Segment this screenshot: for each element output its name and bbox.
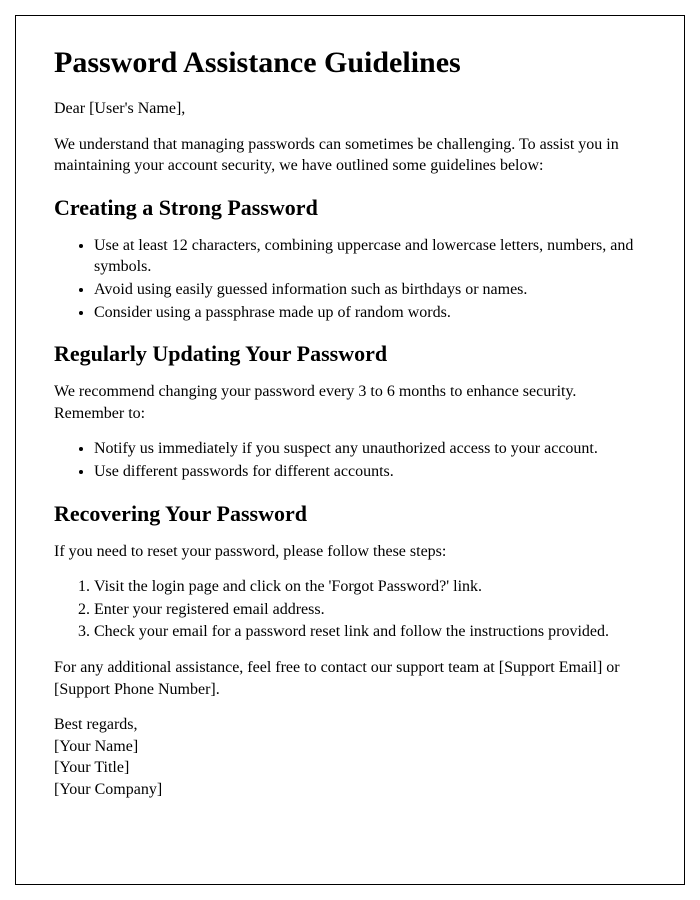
section3-intro: If you need to reset your password, plea… <box>54 541 646 563</box>
list-item: Consider using a passphrase made up of r… <box>94 302 646 324</box>
closing-name: [Your Name] <box>54 736 646 758</box>
section3-heading: Recovering Your Password <box>54 501 646 527</box>
list-item: Use different passwords for different ac… <box>94 461 646 483</box>
list-item: Enter your registered email address. <box>94 599 646 621</box>
page-title: Password Assistance Guidelines <box>54 46 646 80</box>
list-item: Notify us immediately if you suspect any… <box>94 438 646 460</box>
list-item: Use at least 12 characters, combining up… <box>94 235 646 278</box>
closing-title: [Your Title] <box>54 757 646 779</box>
section2-list: Notify us immediately if you suspect any… <box>94 438 646 482</box>
section1-heading: Creating a Strong Password <box>54 195 646 221</box>
section2-intro: We recommend changing your password ever… <box>54 381 646 424</box>
document-page: Password Assistance Guidelines Dear [Use… <box>15 15 685 885</box>
closing-regards: Best regards, <box>54 714 646 736</box>
list-item: Avoid using easily guessed information s… <box>94 279 646 301</box>
intro-paragraph: We understand that managing passwords ca… <box>54 134 646 177</box>
closing-company: [Your Company] <box>54 779 646 801</box>
greeting: Dear [User's Name], <box>54 98 646 120</box>
section2-heading: Regularly Updating Your Password <box>54 341 646 367</box>
section1-list: Use at least 12 characters, combining up… <box>94 235 646 323</box>
list-item: Visit the login page and click on the 'F… <box>94 576 646 598</box>
support-paragraph: For any additional assistance, feel free… <box>54 657 646 700</box>
list-item: Check your email for a password reset li… <box>94 621 646 643</box>
section3-steps: Visit the login page and click on the 'F… <box>94 576 646 643</box>
signature-block: Best regards, [Your Name] [Your Title] [… <box>54 714 646 800</box>
